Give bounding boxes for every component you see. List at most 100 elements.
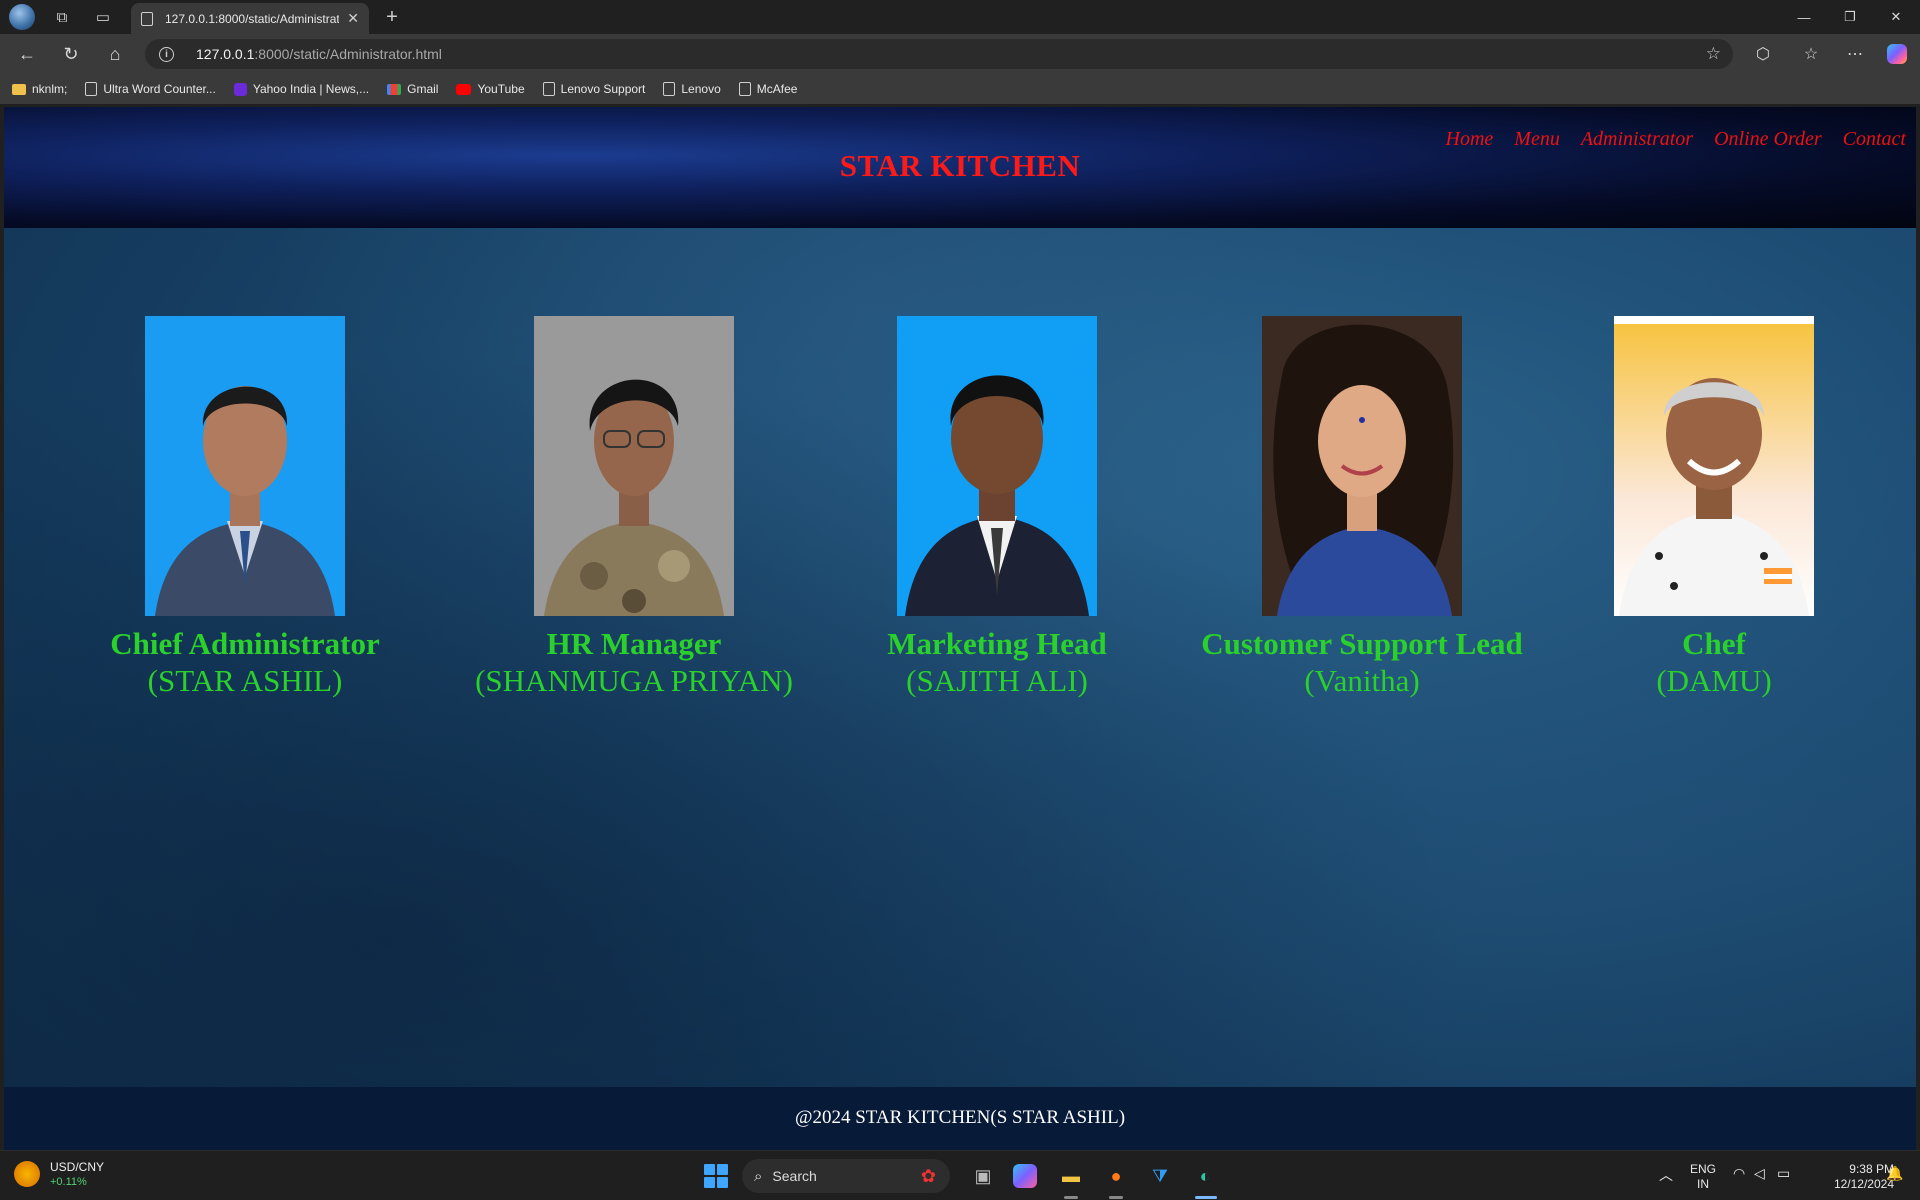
bookmark-gmail[interactable]: Gmail (387, 82, 438, 96)
bookmark-mcafee[interactable]: McAfee (738, 82, 798, 96)
workspaces-icon[interactable]: ⧉ (50, 5, 74, 29)
windows-taskbar: USD/CNY +0.11% ⌕ Search ✿ ▣ ▬ ● ⧩ ◐ ︿ EN… (0, 1150, 1920, 1200)
show-hidden-icons-chevron-icon[interactable]: ︿ (1659, 1165, 1673, 1185)
person-portrait-icon (1262, 316, 1462, 616)
file-explorer-icon[interactable]: ▬ (1056, 1161, 1086, 1191)
bookmark-label: Lenovo (681, 82, 721, 96)
minimize-icon[interactable]: — (1784, 4, 1824, 30)
person-portrait-icon (145, 316, 345, 616)
page-icon (738, 82, 751, 96)
new-tab-button[interactable]: + (380, 5, 404, 29)
tab-administrator[interactable]: 127.0.0.1:8000/static/Administrato ✕ (131, 3, 369, 34)
member-name: (SAJITH ALI) (906, 663, 1088, 698)
member-photo-hr-manager (534, 316, 734, 616)
explorer-running-indicator (1064, 1196, 1078, 1199)
more-menu-icon[interactable]: ⋯ (1842, 42, 1868, 66)
close-window-icon[interactable]: ✕ (1876, 4, 1916, 30)
bookmark-label: Lenovo Support (560, 82, 646, 96)
address-bar[interactable]: i 127.0.0.1:8000/static/Administrator.ht… (145, 39, 1733, 69)
person-portrait-icon (897, 316, 1097, 616)
member-photo-marketing-head (897, 316, 1097, 616)
taskbar-search-box[interactable]: ⌕ Search ✿ (742, 1159, 950, 1193)
bookmark-label: McAfee (756, 82, 798, 96)
site-header: STAR KITCHEN Home Menu Administrator Onl… (4, 107, 1916, 228)
youtube-icon (456, 83, 472, 95)
firefox-icon[interactable]: ● (1101, 1161, 1131, 1191)
profile-avatar-icon[interactable] (9, 4, 35, 30)
restore-icon[interactable]: ❐ (1830, 4, 1870, 30)
browser-toolbar: ← ↻ ⌂ i 127.0.0.1:8000/static/Administra… (0, 34, 1920, 74)
favorite-star-icon[interactable]: ☆ (1706, 44, 1721, 64)
search-placeholder: Search (772, 1168, 817, 1184)
clock[interactable]: 9:38 PM 12/12/2024 (1810, 1162, 1894, 1192)
bookmark-lenovo[interactable]: Lenovo (663, 82, 721, 96)
site-info-icon[interactable]: i (159, 46, 174, 62)
vscode-icon[interactable]: ⧩ (1145, 1161, 1175, 1191)
nav-link-administrator[interactable]: Administrator (1581, 128, 1693, 151)
tab-close-icon[interactable]: ✕ (347, 10, 359, 27)
site-nav: Home Menu Administrator Online Order Con… (1425, 128, 1906, 151)
favorites-icon[interactable]: ☆ (1798, 42, 1824, 66)
bookmark-lenovo-support[interactable]: Lenovo Support (542, 82, 646, 96)
task-view-icon[interactable]: ▣ (968, 1161, 998, 1191)
member-name: (STAR ASHIL) (147, 663, 343, 698)
folder-icon (12, 83, 26, 95)
region-code: IN (1697, 1177, 1709, 1191)
copilot-icon[interactable] (1884, 42, 1910, 66)
bookmark-label: YouTube (477, 82, 525, 96)
bookmark-label: Ultra Word Counter... (103, 82, 216, 96)
bookmark-youtube[interactable]: YouTube (456, 82, 525, 96)
firefox-running-indicator (1109, 1196, 1123, 1199)
web-page: STAR KITCHEN Home Menu Administrator Onl… (4, 107, 1916, 1150)
url-path: :8000/static/Administrator.html (254, 46, 442, 62)
page-icon (542, 82, 555, 96)
volume-icon[interactable]: ◁ (1754, 1165, 1765, 1182)
language-code: ENG (1690, 1162, 1717, 1176)
clock-date: 12/12/2024 (1833, 1177, 1894, 1191)
currency-widget[interactable]: USD/CNY +0.11% (14, 1160, 104, 1188)
widget-change: +0.11% (50, 1176, 87, 1188)
url-host: 127.0.0.1 (196, 46, 255, 62)
gmail-icon (387, 83, 402, 95)
nav-link-online-order[interactable]: Online Order (1714, 128, 1822, 151)
wifi-icon[interactable]: ◠ (1733, 1165, 1745, 1182)
search-highlight-icon: ✿ (920, 1165, 936, 1186)
member-role: Chef (1682, 626, 1746, 661)
bookmark-nknlm[interactable]: nknlm; (12, 82, 67, 96)
tab-title: 127.0.0.1:8000/static/Administrato (165, 11, 340, 26)
footer-copyright: @2024 STAR KITCHEN(S STAR ASHIL) (794, 1107, 1126, 1128)
edge-icon[interactable]: ◐ (1190, 1161, 1220, 1191)
bookmark-label: Yahoo India | News,... (252, 82, 370, 96)
extensions-icon[interactable]: ⬡ (1750, 42, 1776, 66)
currency-widget-icon (14, 1161, 40, 1187)
browser-tab-bar: ⧉ ▭ 127.0.0.1:8000/static/Administrato ✕… (0, 0, 1920, 34)
bookmark-yahoo[interactable]: Yahoo India | News,... (233, 82, 370, 96)
member-role: Chief Administrator (110, 626, 380, 661)
copilot-app-icon[interactable] (1013, 1164, 1037, 1188)
nav-link-contact[interactable]: Contact (1843, 128, 1906, 151)
member-photo-chef (1614, 316, 1814, 616)
nav-link-menu[interactable]: Menu (1514, 128, 1560, 151)
battery-icon[interactable]: ▭ (1777, 1165, 1790, 1182)
widget-title: USD/CNY (50, 1160, 105, 1174)
search-icon: ⌕ (754, 1167, 763, 1185)
site-footer: @2024 STAR KITCHEN(S STAR ASHIL) (4, 1087, 1916, 1150)
person-portrait-icon (534, 316, 734, 616)
clock-time: 9:38 PM (1849, 1162, 1894, 1176)
back-icon[interactable]: ← (13, 41, 41, 67)
nav-link-home[interactable]: Home (1446, 128, 1494, 151)
notifications-bell-icon[interactable]: 🔔 (1886, 1165, 1903, 1182)
member-photo-chief-administrator (145, 316, 345, 616)
refresh-icon[interactable]: ↻ (57, 41, 85, 67)
start-button-icon[interactable] (704, 1164, 728, 1188)
home-icon[interactable]: ⌂ (101, 41, 129, 67)
bookmark-ultra-word-counter[interactable]: Ultra Word Counter... (85, 82, 216, 96)
bookmark-label: nknlm; (32, 82, 68, 96)
edge-active-indicator (1195, 1196, 1217, 1199)
bookmark-label: Gmail (407, 82, 439, 96)
bookmarks-bar: nknlm; Ultra Word Counter... Yahoo India… (0, 74, 1920, 104)
member-role: HR Manager (546, 626, 722, 661)
member-name: (Vanitha) (1304, 663, 1420, 698)
language-indicator[interactable]: ENG IN (1690, 1162, 1716, 1192)
vertical-tabs-icon[interactable]: ▭ (91, 5, 115, 29)
